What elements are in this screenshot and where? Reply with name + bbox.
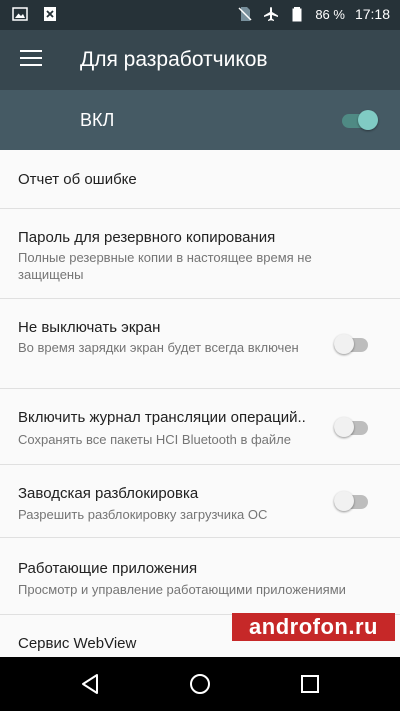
settings-list: Отчет об ошибке Пароль для резервного ко… <box>0 150 400 657</box>
hci-log-toggle[interactable] <box>334 417 370 437</box>
list-item-title: Заводская разблокировка <box>18 485 199 502</box>
battery-icon <box>292 7 302 22</box>
navigation-bar <box>0 657 400 711</box>
oem-unlock-toggle[interactable] <box>334 491 370 511</box>
master-switch-bar[interactable]: ВКЛ <box>0 90 400 150</box>
list-item-title: Пароль для резервного копирования <box>18 229 276 246</box>
list-item-title: Не выключать экран <box>18 319 161 336</box>
list-item-title: Включить журнал трансляции операций.. <box>18 409 306 426</box>
list-item-bug-report[interactable]: Отчет об ошибке <box>0 150 400 209</box>
list-item-stay-awake[interactable]: Не выключать экран Во время зарядки экра… <box>0 299 400 389</box>
menu-icon[interactable] <box>20 50 42 68</box>
watermark-logo: androfon.ru <box>232 613 395 641</box>
master-switch-label: ВКЛ <box>80 110 115 130</box>
list-item-subtitle: Полные резервные копии в настоящее время… <box>18 250 312 282</box>
battery-level: 86 % <box>315 6 345 22</box>
recents-icon[interactable] <box>298 672 322 696</box>
clock: 17:18 <box>354 6 390 22</box>
list-item-subtitle: Во время зарядки экран будет всегда вклю… <box>18 340 299 355</box>
app-bar: Для разработчиков <box>0 30 400 90</box>
page-title: Для разработчиков <box>80 48 268 71</box>
master-toggle[interactable] <box>342 110 378 130</box>
list-item-subtitle: Просмотр и управление работающими прилож… <box>18 582 346 597</box>
no-sim-icon <box>238 7 252 21</box>
home-icon[interactable] <box>188 672 212 696</box>
back-icon[interactable] <box>78 672 102 696</box>
list-item-subtitle: Сохранять все пакеты HCI Bluetooth в фай… <box>18 432 291 447</box>
stay-awake-toggle[interactable] <box>334 334 370 354</box>
list-item-running-apps[interactable]: Работающие приложения Просмотр и управле… <box>0 538 400 615</box>
list-item-oem-unlock[interactable]: Заводская разблокировка Разрешить разбло… <box>0 465 400 538</box>
airplane-icon <box>264 7 279 21</box>
close-file-icon <box>44 7 56 21</box>
list-item-hci-log[interactable]: Включить журнал трансляции операций.. Со… <box>0 389 400 465</box>
image-icon <box>12 7 28 21</box>
list-item-title: Сервис WebView <box>18 635 137 652</box>
status-bar: 86 % 17:18 <box>0 0 400 30</box>
list-item-title: Отчет об ошибке <box>18 171 137 188</box>
list-item-title: Работающие приложения <box>18 560 198 577</box>
list-item-backup-password[interactable]: Пароль для резервного копирования Полные… <box>0 209 400 299</box>
list-item-subtitle: Разрешить разблокировку загрузчика ОС <box>18 507 268 522</box>
